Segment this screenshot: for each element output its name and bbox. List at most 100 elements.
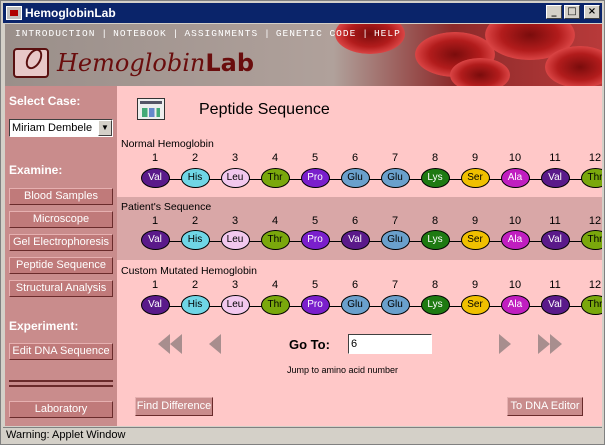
amino-acid-his[interactable]: His [180, 295, 210, 315]
amino-acid-pro[interactable]: Pro [300, 168, 330, 188]
position-number: 8 [431, 279, 439, 291]
menu-genetic-code[interactable]: GENETIC CODE [270, 28, 362, 39]
minimize-button[interactable]: _ [546, 5, 562, 19]
residue-track: Val His Leu Thr Pro Val Glu Lys Ser Ala Val Thr [117, 230, 602, 254]
amino-acid-leu[interactable]: Leu [220, 168, 250, 188]
blood-cell-graphic [545, 46, 602, 86]
position-number: 3 [231, 215, 239, 227]
amino-acid-ala[interactable]: Ala [500, 168, 530, 188]
goto-input[interactable]: 6 [348, 334, 432, 354]
close-button[interactable]: × [584, 5, 600, 19]
position-number: 1 [151, 215, 159, 227]
amino-acid-val[interactable]: Val [140, 230, 170, 250]
amino-acid-ser[interactable]: Ser [460, 168, 490, 188]
menu-introduction[interactable]: INTRODUCTION [9, 28, 101, 39]
menu-notebook[interactable]: NOTEBOOK [107, 28, 173, 39]
laboratory-button[interactable]: Laboratory [9, 401, 113, 418]
amino-acid-thr[interactable]: Thr [260, 295, 290, 315]
window-controls: _ □ × [546, 5, 600, 19]
amino-acid-glu[interactable]: Glu [380, 168, 410, 188]
position-number: 10 [508, 279, 522, 291]
to-dna-editor-button[interactable]: To DNA Editor [507, 397, 583, 416]
sidebar: Select Case: Miriam Dembele ▼ Examine: B… [5, 86, 117, 426]
position-number: 7 [391, 215, 399, 227]
amino-acid-val[interactable]: Val [140, 295, 170, 315]
applet-window: HemoglobinLab _ □ × INTRODUCTION | NOTEB… [0, 0, 605, 445]
position-numbers: 1 2 3 4 5 6 7 8 9 10 11 12 [117, 215, 602, 229]
amino-acid-glu[interactable]: Glu [340, 168, 370, 188]
peptide-backbone [145, 306, 602, 307]
case-select[interactable]: Miriam Dembele ▼ [9, 119, 113, 137]
amino-acid-ser[interactable]: Ser [460, 295, 490, 315]
amino-acid-lys[interactable]: Lys [420, 295, 450, 315]
structural-analysis-button[interactable]: Structural Analysis [9, 280, 113, 297]
amino-acid-leu[interactable]: Leu [220, 295, 250, 315]
app-icon [6, 6, 22, 20]
amino-acid-val[interactable]: Val [140, 168, 170, 188]
amino-acid-ala[interactable]: Ala [500, 230, 530, 250]
amino-acid-his[interactable]: His [180, 230, 210, 250]
position-number: 6 [351, 279, 359, 291]
peptide-sequence-button[interactable]: Peptide Sequence [9, 257, 113, 274]
sequence-label: Normal Hemoglobin [121, 138, 214, 150]
header-banner: INTRODUCTION | NOTEBOOK | ASSIGNMENTS | … [5, 24, 602, 86]
amino-acid-his[interactable]: His [180, 168, 210, 188]
amino-acid-pro[interactable]: Pro [300, 295, 330, 315]
maximize-button[interactable]: □ [564, 5, 580, 19]
menu-help[interactable]: HELP [368, 28, 407, 39]
position-number: 5 [311, 279, 319, 291]
amino-acid-lys[interactable]: Lys [420, 230, 450, 250]
edit-dna-sequence-button[interactable]: Edit DNA Sequence [9, 343, 113, 360]
position-number: 2 [191, 152, 199, 164]
amino-acid-thr[interactable]: Thr [260, 230, 290, 250]
position-number: 11 [549, 279, 561, 291]
gel-electrophoresis-button[interactable]: Gel Electrophoresis [9, 234, 113, 251]
app-logo: HemoglobinLab [13, 48, 254, 78]
sequence-label: Custom Mutated Hemoglobin [121, 265, 257, 277]
amino-acid-lys[interactable]: Lys [420, 168, 450, 188]
amino-acid-thr[interactable]: Thr [260, 168, 290, 188]
title-bar[interactable]: HemoglobinLab _ □ × [3, 3, 602, 23]
last-arrow-icon[interactable] [537, 332, 563, 356]
amino-acid-ala[interactable]: Ala [500, 295, 530, 315]
position-number: 6 [351, 152, 359, 164]
peptide-backbone [145, 179, 602, 180]
amino-acid-glu[interactable]: Glu [380, 230, 410, 250]
blood-samples-button[interactable]: Blood Samples [9, 188, 113, 205]
goto-hint: Jump to amino acid number [287, 365, 399, 375]
amino-acid-leu[interactable]: Leu [220, 230, 250, 250]
sidebar-divider [9, 380, 113, 382]
amino-acid-glu[interactable]: Glu [340, 295, 370, 315]
first-arrow-icon[interactable] [157, 332, 183, 356]
sequence-label: Patient's Sequence [121, 201, 212, 213]
window-title: HemoglobinLab [25, 6, 116, 20]
amino-acid-val[interactable]: Val [540, 168, 570, 188]
position-number: 9 [471, 279, 479, 291]
position-numbers: 1 2 3 4 5 6 7 8 9 10 11 12 [117, 279, 602, 293]
amino-acid-thr[interactable]: Thr [580, 168, 602, 188]
amino-acid-thr[interactable]: Thr [580, 295, 602, 315]
status-bar: Warning: Applet Window [3, 427, 602, 443]
position-number: 5 [311, 152, 319, 164]
sidebar-divider [9, 385, 113, 387]
chevron-down-icon[interactable]: ▼ [98, 120, 112, 136]
amino-acid-ser[interactable]: Ser [460, 230, 490, 250]
amino-acid-thr[interactable]: Thr [580, 230, 602, 250]
logo-text-part2: Lab [205, 49, 254, 77]
amino-acid-val[interactable]: Val [540, 295, 570, 315]
amino-acid-glu[interactable]: Glu [380, 295, 410, 315]
next-arrow-icon[interactable] [497, 332, 513, 356]
position-number: 2 [191, 279, 199, 291]
menu-assignments[interactable]: ASSIGNMENTS [178, 28, 264, 39]
amino-acid-val[interactable]: Val [340, 230, 370, 250]
position-number: 6 [351, 215, 359, 227]
find-difference-button[interactable]: Find Difference [135, 397, 213, 416]
page-title: Peptide Sequence [199, 101, 330, 118]
amino-acid-val[interactable]: Val [540, 230, 570, 250]
sequence-normal: Normal Hemoglobin 1 2 3 4 5 6 7 8 9 10 11 12 Val His… [117, 136, 602, 196]
amino-acid-pro[interactable]: Pro [300, 230, 330, 250]
microscope-button[interactable]: Microscope [9, 211, 113, 228]
previous-arrow-icon[interactable] [207, 332, 223, 356]
position-number: 7 [391, 279, 399, 291]
logo-text: HemoglobinLab [57, 49, 254, 77]
